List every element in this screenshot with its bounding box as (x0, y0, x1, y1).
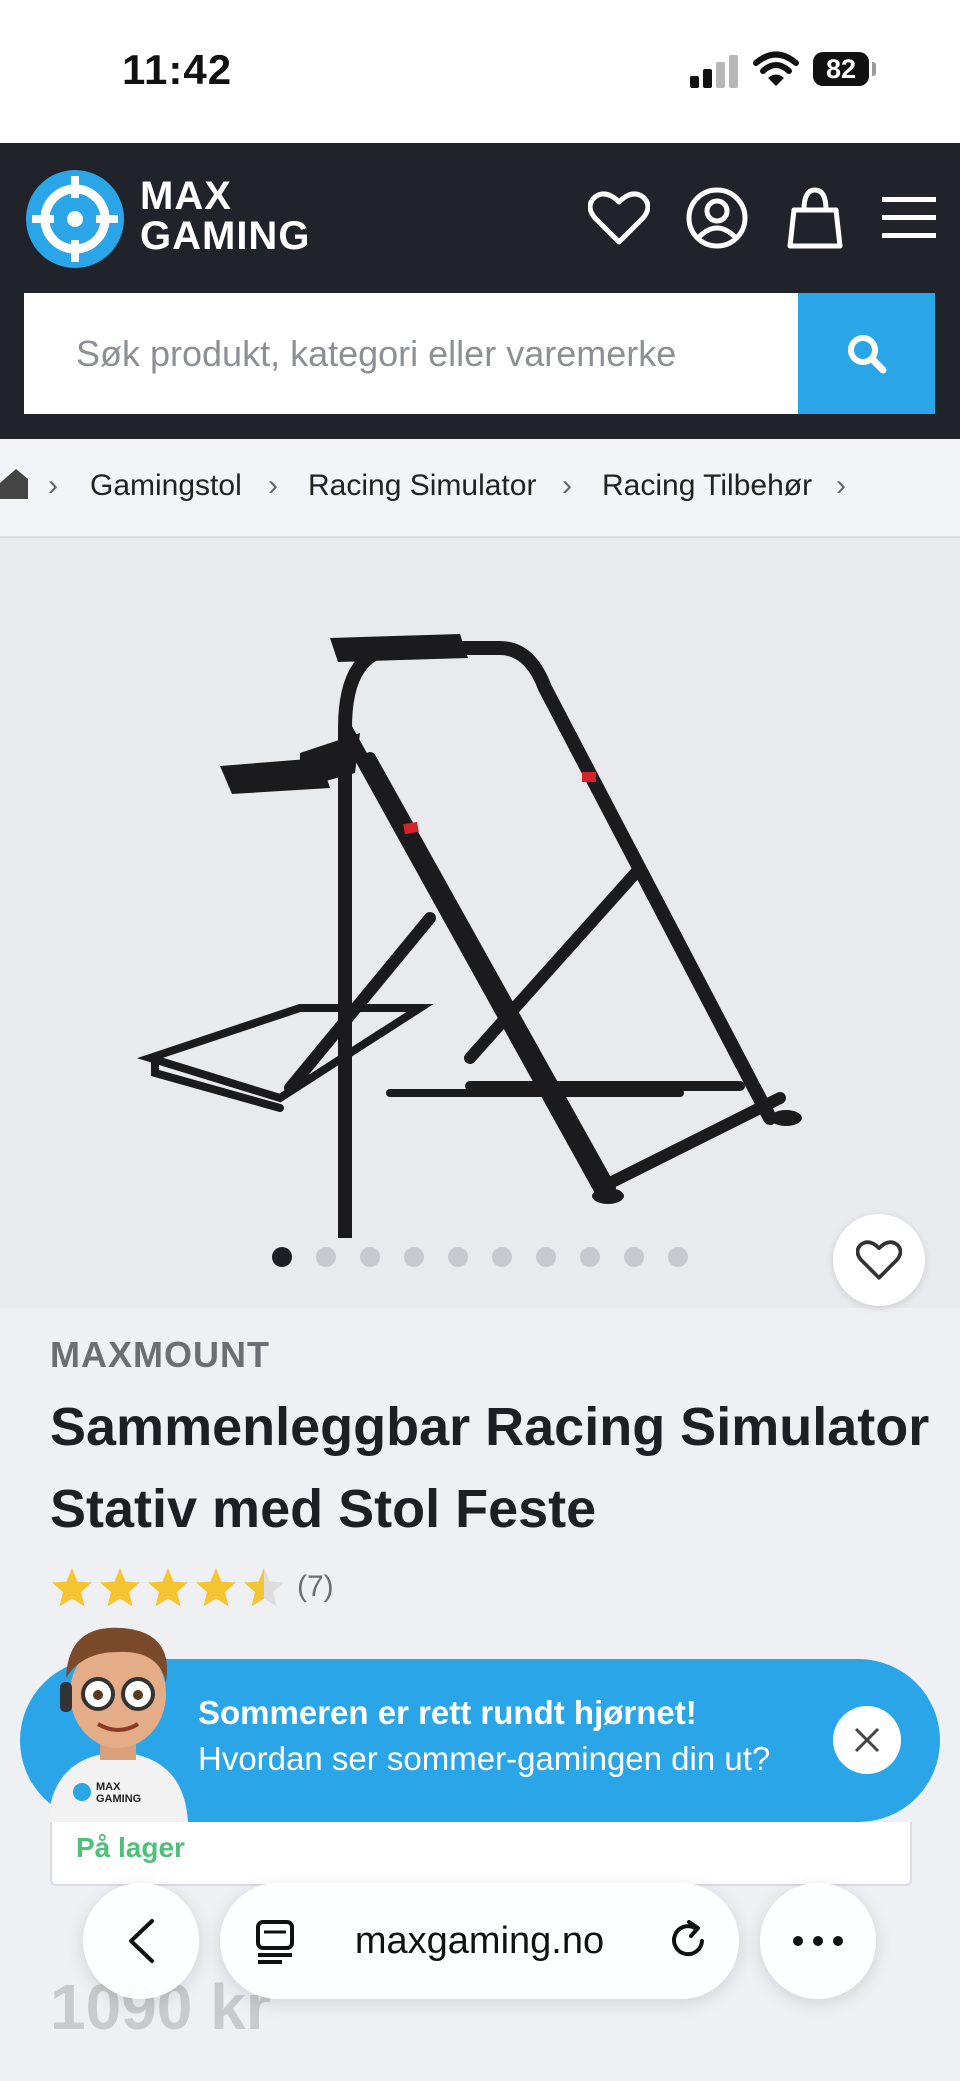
product-title: Sammenleggbar Racing Simulator Stativ me… (50, 1397, 930, 1539)
gallery-dot[interactable] (580, 1247, 600, 1267)
star-rating[interactable] (50, 1566, 290, 1615)
logo-wordmark[interactable]: MAX GAMING (140, 176, 310, 256)
gallery-dot[interactable] (316, 1247, 336, 1267)
breadcrumb: › Gamingstol › Racing Simulator › Racing… (0, 439, 960, 538)
search-button[interactable] (798, 293, 935, 414)
signal-icon (688, 54, 740, 93)
heart-icon[interactable] (584, 183, 654, 253)
promo-subtext: Hvordan ser sommer-gamingen din ut? (198, 1740, 771, 1777)
search-box (24, 293, 798, 414)
product-image-gallery[interactable] (0, 538, 960, 1308)
rating-count[interactable]: (7) (297, 1570, 334, 1604)
gallery-dot[interactable] (360, 1247, 380, 1267)
more-icon (793, 1936, 843, 1946)
stock-status: På lager (76, 1832, 185, 1863)
wifi-icon (752, 50, 800, 93)
chevron-right-icon: › (562, 469, 572, 502)
search-icon (847, 334, 886, 373)
gallery-dot[interactable] (668, 1247, 688, 1267)
breadcrumb-racing-simulator[interactable]: Racing Simulator (308, 469, 536, 503)
battery-indicator: 82 (813, 52, 869, 86)
bag-icon[interactable] (780, 183, 850, 253)
breadcrumb-gamingstol[interactable]: Gamingstol (90, 469, 242, 503)
mascot-logo-text-2: GAMING (96, 1793, 141, 1805)
reader-icon (256, 1920, 294, 1964)
chevron-left-icon (129, 1919, 154, 1963)
chevron-right-icon: › (48, 469, 58, 502)
battery-tip (872, 62, 876, 76)
logo-icon[interactable] (26, 170, 124, 268)
add-to-wishlist-button[interactable] (833, 1214, 925, 1306)
gallery-dot[interactable] (492, 1247, 512, 1267)
browser-back-button[interactable] (83, 1883, 199, 1999)
gallery-dot[interactable] (448, 1247, 468, 1267)
close-icon (854, 1727, 880, 1753)
product-image (136, 634, 802, 1265)
close-button[interactable] (833, 1706, 901, 1774)
promo-headline: Sommeren er rett rundt hjørnet! (198, 1694, 697, 1731)
search-input[interactable] (24, 293, 798, 414)
url-text: maxgaming.no (354, 1919, 605, 1962)
mascot-image: MAX GAMING (38, 1616, 198, 1827)
breadcrumb-racing-tilbehor[interactable]: Racing Tilbehør (602, 469, 812, 503)
chevron-right-icon: › (836, 469, 846, 502)
menu-icon[interactable] (874, 183, 944, 253)
reload-icon[interactable] (667, 1920, 709, 1962)
product-brand[interactable]: MAXMOUNT (50, 1334, 270, 1376)
gallery-dot[interactable] (404, 1247, 424, 1267)
logo-line-1: MAX (140, 174, 232, 218)
gallery-dot[interactable] (536, 1247, 556, 1267)
gallery-dot[interactable] (624, 1247, 644, 1267)
browser-url-bar[interactable]: maxgaming.no (220, 1883, 739, 1999)
mascot-logo-text-1: MAX (96, 1781, 121, 1793)
logo-line-2: GAMING (140, 214, 311, 258)
status-time: 11:42 (122, 46, 233, 93)
chevron-right-icon: › (268, 469, 278, 502)
user-icon[interactable] (682, 183, 752, 253)
browser-more-button[interactable] (760, 1883, 876, 1999)
gallery-dot-active[interactable] (272, 1247, 292, 1267)
home-icon[interactable] (0, 465, 28, 508)
heart-icon (856, 1240, 902, 1280)
